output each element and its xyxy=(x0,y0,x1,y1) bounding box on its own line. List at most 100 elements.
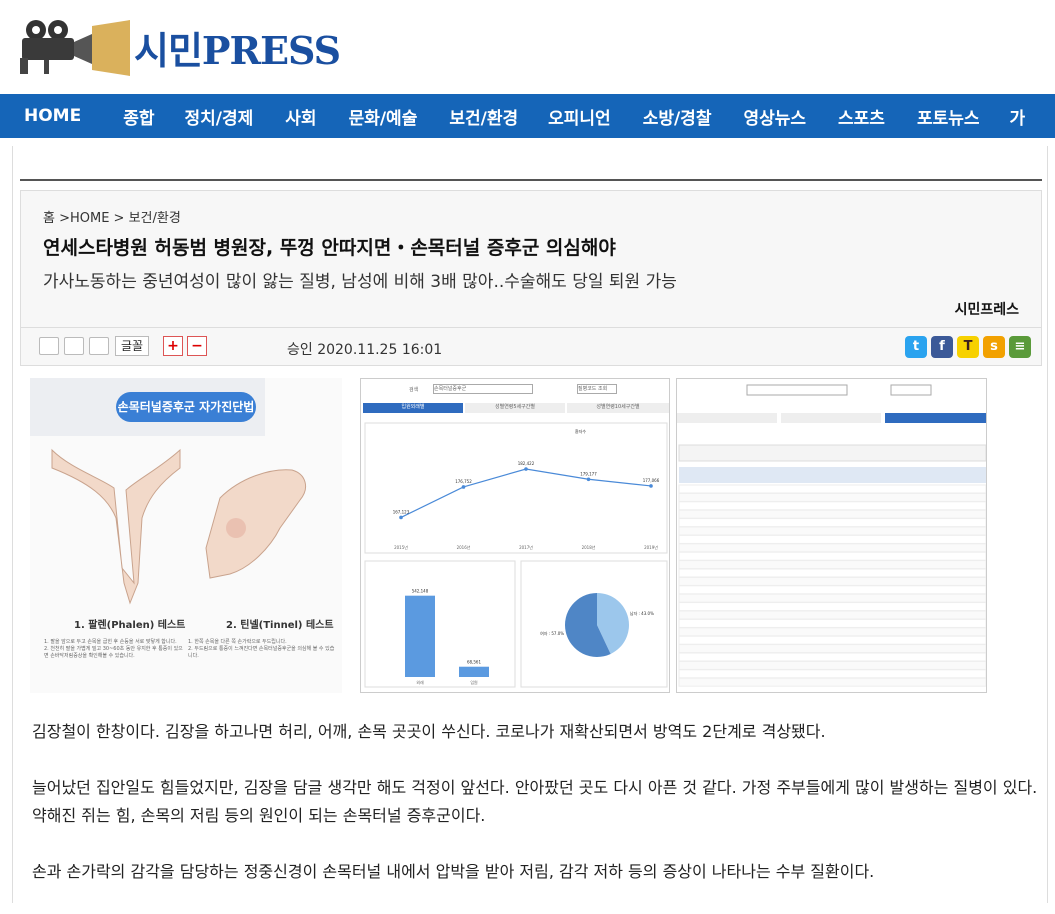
stats-search-button: 질병코드 조회 xyxy=(577,384,617,394)
table-row xyxy=(678,593,986,603)
table-row xyxy=(678,518,986,528)
line-chart-frame xyxy=(364,422,668,554)
stats-search-label: 검색 xyxy=(409,387,419,393)
stats-tab-1: 입원외래별 xyxy=(363,403,463,413)
nav-item-home[interactable]: HOME xyxy=(24,106,81,126)
font-increase-button[interactable]: + xyxy=(163,336,183,356)
table-row xyxy=(678,602,986,612)
main-nav: HOME 종합 정치/경제 사회 문화/예술 보건/환경 오피니언 소방/경찰 … xyxy=(0,94,1055,138)
stats-charts-svg: 167,123 2015년 176,752 2016년 182,422 2017년 179,… xyxy=(364,422,668,688)
phalen-test-title: 1. 팔렌(Phalen) 테스트 xyxy=(74,620,186,631)
save-icon[interactable] xyxy=(89,337,109,355)
line-x-tick: 2018년 xyxy=(582,544,596,550)
line-x-tick: 2015년 xyxy=(394,544,408,550)
line-x-tick: 2019년 xyxy=(644,544,658,550)
table-row xyxy=(678,560,986,570)
line-point xyxy=(399,515,403,520)
article-subtitle: 가사노동하는 중년여성이 많이 앓는 질병, 남성에 비해 3배 많아..수술해… xyxy=(43,272,677,292)
tinnel-test-desc: 1. 한쪽 손목을 다른 쪽 손가락으로 두드립니다. 2. 두드림으로 통증이… xyxy=(188,639,335,659)
table-row xyxy=(678,635,986,645)
tinnel-test-title: 2. 틴넬(Tinnel) 테스트 xyxy=(226,620,334,631)
table-row xyxy=(678,534,986,544)
table-row xyxy=(678,509,986,519)
nav-item-fire-police[interactable]: 소방/경찰 xyxy=(643,104,712,129)
table-row xyxy=(678,644,986,654)
font-decrease-button[interactable]: − xyxy=(187,336,207,356)
breadcrumb[interactable]: 홈 >HOME > 보건/환경 xyxy=(43,207,181,226)
nav-item-general[interactable]: 종합 xyxy=(123,104,154,129)
nav-item-health[interactable]: 보건/환경 xyxy=(449,104,518,129)
table-row xyxy=(678,484,986,494)
body-paragraph: 손과 손가락의 감각을 담당하는 정중신경이 손목터널 내에서 압박을 받아 저… xyxy=(32,862,875,881)
line-data-label: 176,752 xyxy=(455,479,472,484)
table-row xyxy=(678,568,986,578)
table-row xyxy=(678,660,986,670)
nav-item-politics[interactable]: 정치/경제 xyxy=(185,104,254,129)
site-logo[interactable]: 시민PRESS xyxy=(14,18,341,76)
nav-item-video[interactable]: 영상뉴스 xyxy=(743,104,806,129)
table-row xyxy=(678,501,986,511)
stats-tab-2: 성별연령5세구간별 xyxy=(465,403,565,413)
twitter-share-icon[interactable]: t xyxy=(905,336,927,358)
pie-slice-label: 여자 : 57.0% xyxy=(540,630,564,636)
infographic-banner: 손목터널증후군 자가진단법 xyxy=(117,400,255,414)
article-images: 손목터널증후군 자가진단법 1. 팔렌(Phalen) 테스트 2. 틴넬(Ti… xyxy=(30,378,1040,693)
pie-slice-label: 남자 : 43.0% xyxy=(630,610,654,616)
table-row xyxy=(678,551,986,561)
print-preview-icon[interactable] xyxy=(64,337,84,355)
table-row xyxy=(678,618,986,628)
bar-data-label: 542,148 xyxy=(412,589,429,594)
nav-item-culture[interactable]: 문화/예술 xyxy=(349,104,418,129)
table-row xyxy=(678,576,986,586)
table-row xyxy=(678,585,986,595)
table-row xyxy=(678,627,986,637)
line-data-label: 167,123 xyxy=(393,509,410,514)
line-x-tick: 2016년 xyxy=(457,544,471,550)
stats-tab-3: 성별연령10세구간별 xyxy=(567,403,669,413)
band-share-icon[interactable]: ≡ xyxy=(1009,336,1031,358)
line-data-label: 177,066 xyxy=(643,478,660,483)
article-title: 연세스타병원 허동범 병원장, 뚜껑 안따지면・손목터널 증후군 의심해야 xyxy=(43,237,616,259)
bar-x-tick: 입원 xyxy=(470,679,478,685)
font-select-button[interactable]: 글꼴 xyxy=(115,336,150,356)
article-author: 시민프레스 xyxy=(954,302,1019,318)
phalen-test-desc: 1. 팔을 앞으로 두고 손목을 굽힌 후 손등을 서로 맞닿게 합니다. 2.… xyxy=(44,639,183,659)
statistics-screenshot-1: 검색 손목터널증후군 질병코드 조회 입원외래별 성별연령5세구간별 성별연령1… xyxy=(360,378,670,693)
table-row xyxy=(678,492,986,502)
table-row xyxy=(678,526,986,536)
site-logo-text: 시민PRESS xyxy=(134,27,341,73)
article-toolbar: 글꼴 + − 승인 2020.11.25 16:01 t f T s ≡ xyxy=(20,328,1042,366)
nav-item-more[interactable]: 가 xyxy=(1010,104,1026,129)
divider xyxy=(20,179,1042,181)
bar-data-label: 68,561 xyxy=(467,660,481,665)
table-row xyxy=(678,543,986,553)
film-camera-icon xyxy=(14,18,130,76)
bar-x-tick: 외래 xyxy=(416,679,424,685)
line-point xyxy=(524,467,528,471)
line-point xyxy=(586,477,591,482)
table-row xyxy=(678,610,986,620)
facebook-share-icon[interactable]: f xyxy=(931,336,953,358)
stats-search-input: 손목터널증후군 xyxy=(433,384,533,394)
line-x-tick: 2017년 xyxy=(519,544,533,550)
print-icon[interactable] xyxy=(39,337,59,355)
bar xyxy=(459,666,489,677)
self-diagnosis-infographic: 손목터널증후군 자가진단법 1. 팔렌(Phalen) 테스트 2. 틴넬(Ti… xyxy=(30,378,342,693)
kakaostory-share-icon[interactable]: s xyxy=(983,336,1005,358)
bar-chart-frame xyxy=(364,560,516,688)
table-row xyxy=(678,669,986,679)
line-point xyxy=(461,485,466,489)
table-row xyxy=(678,677,986,687)
line-legend: 환자수 xyxy=(575,428,586,434)
kakaotalk-share-icon[interactable]: T xyxy=(957,336,979,358)
article-body: 김장철이 한창이다. 김장을 하고나면 허리, 어깨, 손목 곳곳이 쑤신다. … xyxy=(32,718,1042,914)
nav-item-photo[interactable]: 포토뉴스 xyxy=(917,104,980,129)
nav-item-society[interactable]: 사회 xyxy=(285,104,316,129)
nav-item-opinion[interactable]: 오피니언 xyxy=(548,104,611,129)
article-container: 홈 >HOME > 보건/환경 연세스타병원 허동범 병원장, 뚜껑 안따지면・… xyxy=(12,146,1048,903)
nav-item-sports[interactable]: 스포츠 xyxy=(838,104,885,129)
article-date: 승인 2020.11.25 16:01 xyxy=(287,342,443,358)
bar xyxy=(405,595,435,677)
line-data-label: 182,422 xyxy=(518,461,535,466)
body-paragraph: 김장철이 한창이다. 김장을 하고나면 허리, 어깨, 손목 곳곳이 쑤신다. … xyxy=(32,722,826,741)
